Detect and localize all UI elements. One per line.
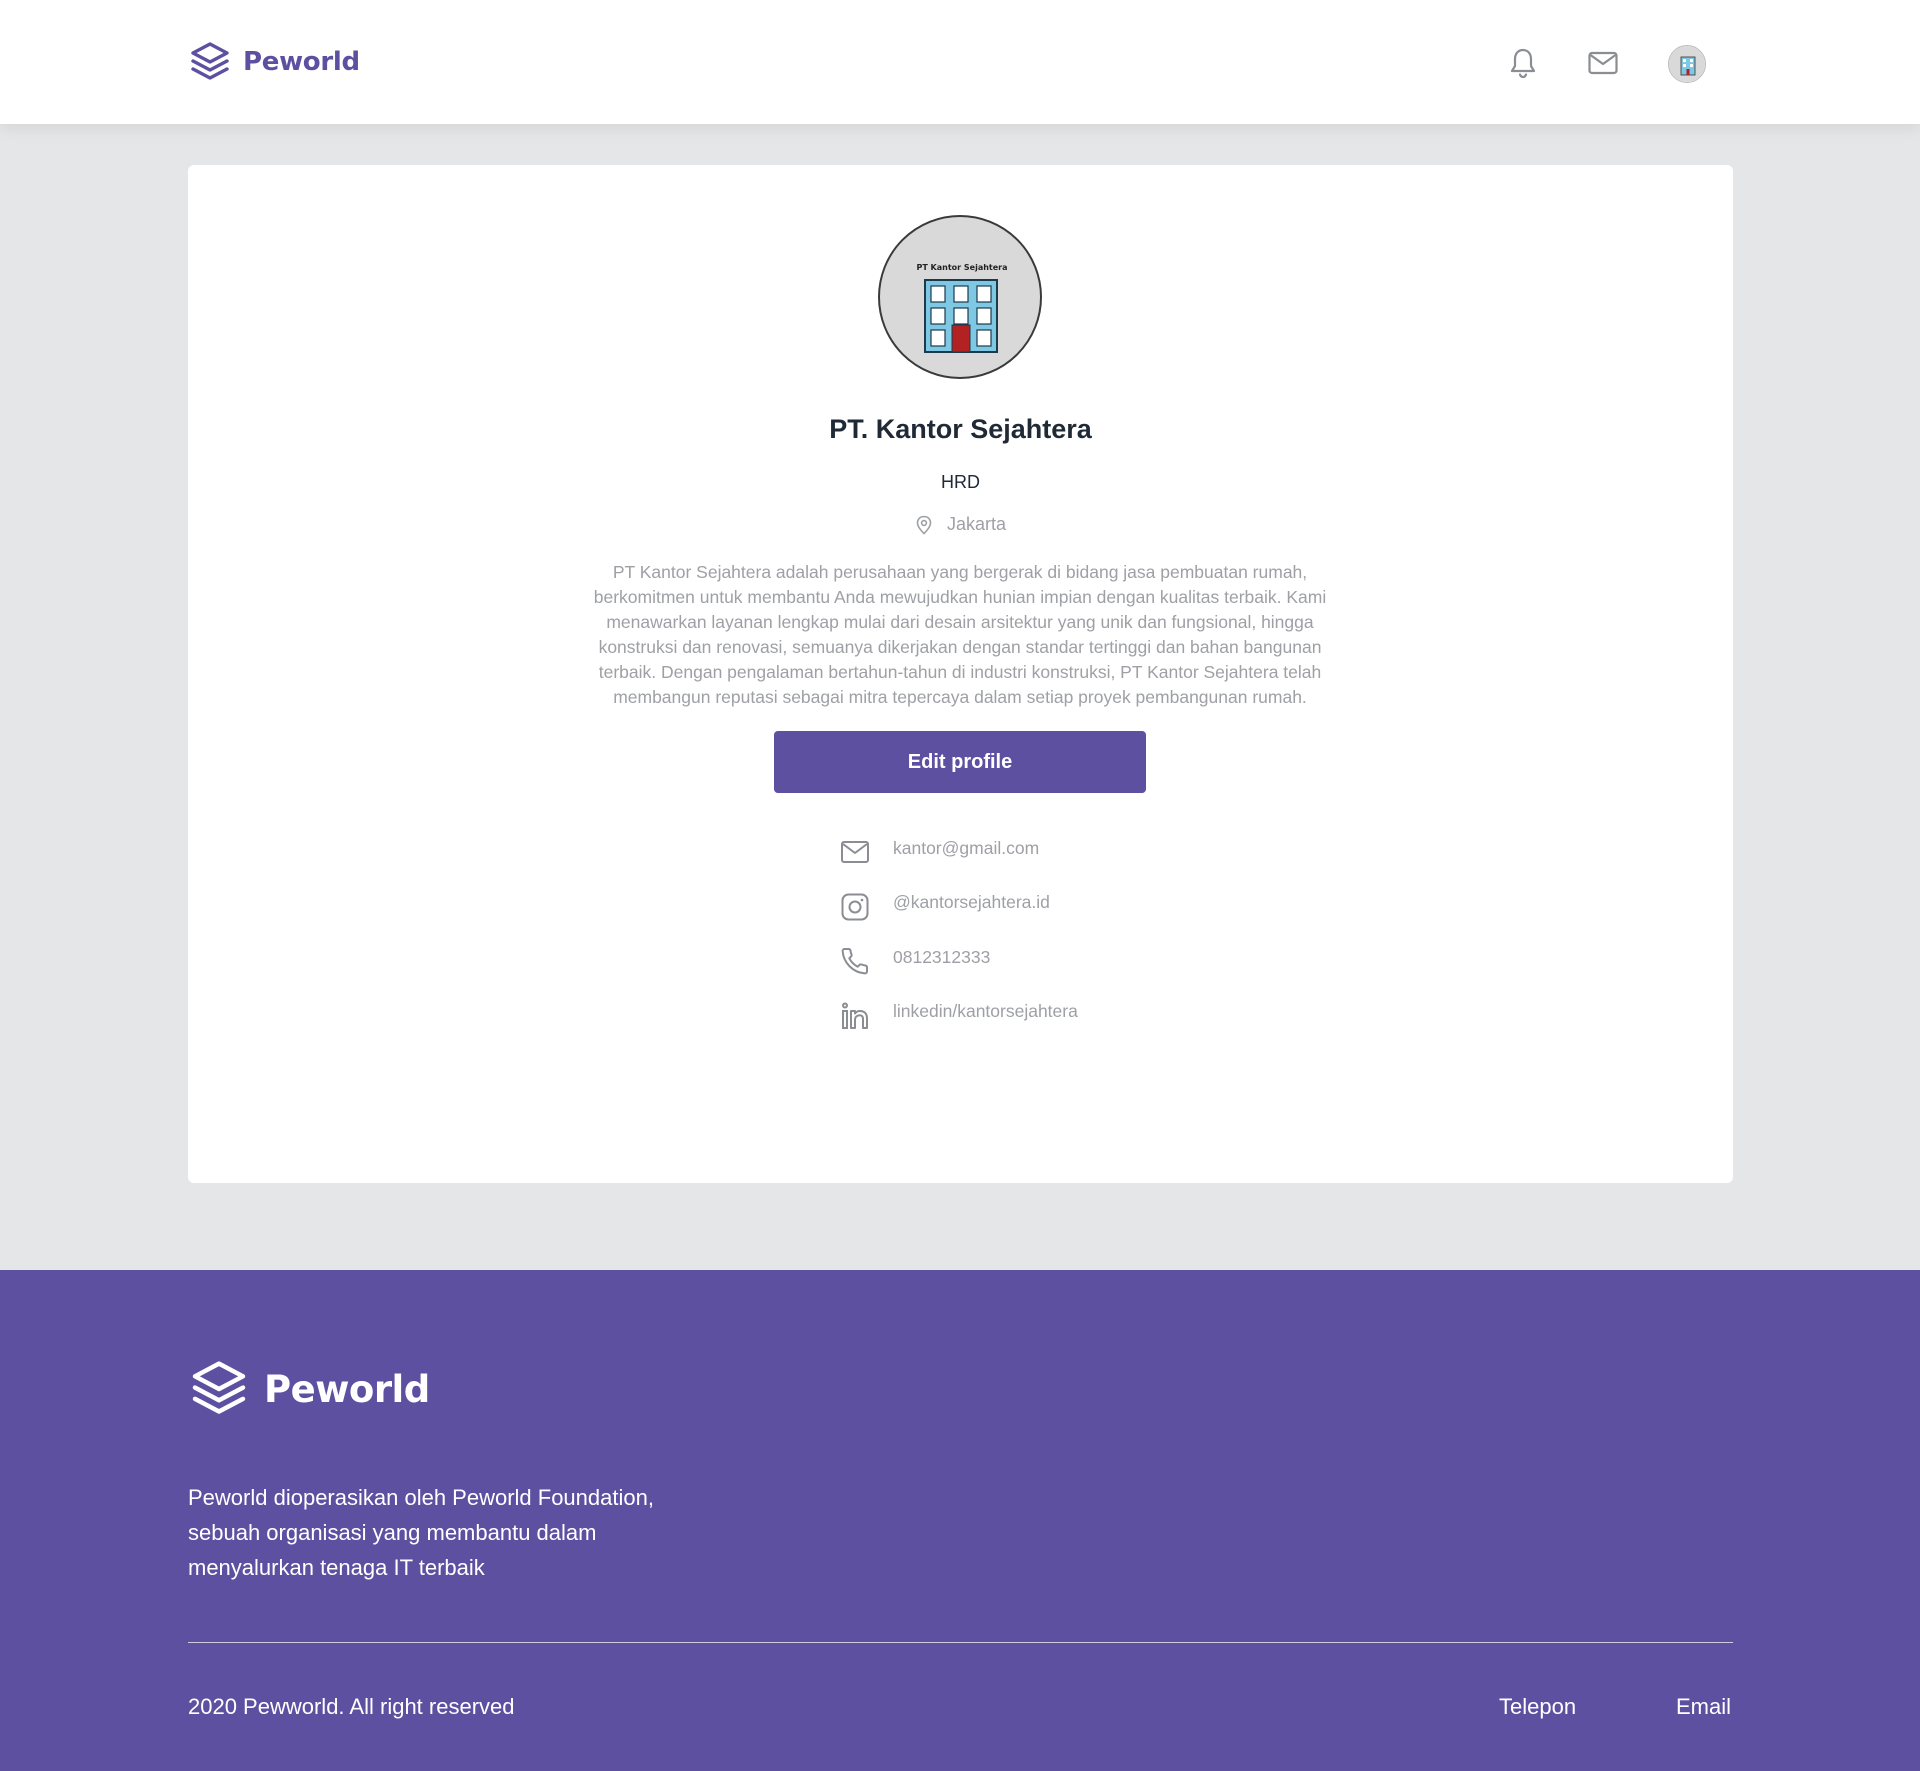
contact-instagram[interactable]: @kantorsejahtera.id (838, 880, 1078, 935)
footer-description: Peworld dioperasikan oleh Peworld Founda… (188, 1485, 654, 1580)
company-description: PT Kantor Sejahtera adalah perusahaan ya… (593, 562, 1327, 707)
footer-link-email[interactable]: Email (1676, 1694, 1731, 1720)
company-name: PT. Kantor Sejahtera (829, 414, 1092, 444)
location: Jakarta (188, 514, 1733, 535)
contact-phone-text: 0812312333 (893, 946, 991, 967)
footer-brand[interactable]: Peworld (188, 1358, 430, 1420)
photo-caption: PT Kantor Sejahtera (916, 263, 1007, 272)
bell-icon (1510, 48, 1536, 79)
contact-linkedin-text: linkedin/kantorsejahtera (893, 1001, 1078, 1022)
building-icon: PT Kantor Sejahtera (916, 263, 1008, 353)
map-pin-icon (916, 515, 932, 535)
company-photo: PT Kantor Sejahtera (878, 215, 1042, 379)
copyright-text: 2020 Pewworld. All right reserved (188, 1694, 515, 1719)
navbar: Peworld (0, 0, 1920, 124)
mail-icon (1588, 51, 1618, 75)
contact-email[interactable]: kantor@gmail.com (838, 825, 1078, 880)
messages-button[interactable] (1585, 45, 1621, 81)
footer: Peworld Peworld dioperasikan oleh Peworl… (0, 1270, 1920, 1771)
company-field: HRD (941, 472, 980, 492)
edit-profile-button[interactable]: Edit profile (774, 731, 1146, 793)
brand-name: Peworld (243, 47, 360, 77)
brand-link[interactable]: Peworld (188, 40, 360, 84)
contact-phone[interactable]: 0812312333 (838, 934, 1078, 989)
contact-email-text: kantor@gmail.com (893, 837, 1040, 858)
layers-logo-icon (192, 1361, 246, 1414)
footer-link-telepon[interactable]: Telepon (1499, 1694, 1576, 1720)
contact-instagram-text: @kantorsejahtera.id (893, 892, 1050, 913)
footer-brand-name: Peworld (264, 1367, 430, 1411)
phone-icon (838, 944, 872, 978)
avatar[interactable] (1668, 45, 1706, 83)
footer-divider (188, 1642, 1733, 1643)
building-avatar-icon (1669, 46, 1705, 82)
linkedin-icon (838, 999, 872, 1033)
contact-list: kantor@gmail.com @kantorsejahtera.id 081… (838, 825, 1078, 1043)
contact-linkedin[interactable]: linkedin/kantorsejahtera (838, 989, 1078, 1044)
mail-icon (838, 835, 872, 869)
layers-logo-icon (191, 42, 229, 80)
location-text: Jakarta (946, 514, 1007, 534)
profile-card: PT Kantor Sejahtera PT. Kantor Sejahtera… (188, 165, 1733, 1183)
notification-button[interactable] (1505, 45, 1541, 81)
instagram-icon (838, 890, 872, 924)
